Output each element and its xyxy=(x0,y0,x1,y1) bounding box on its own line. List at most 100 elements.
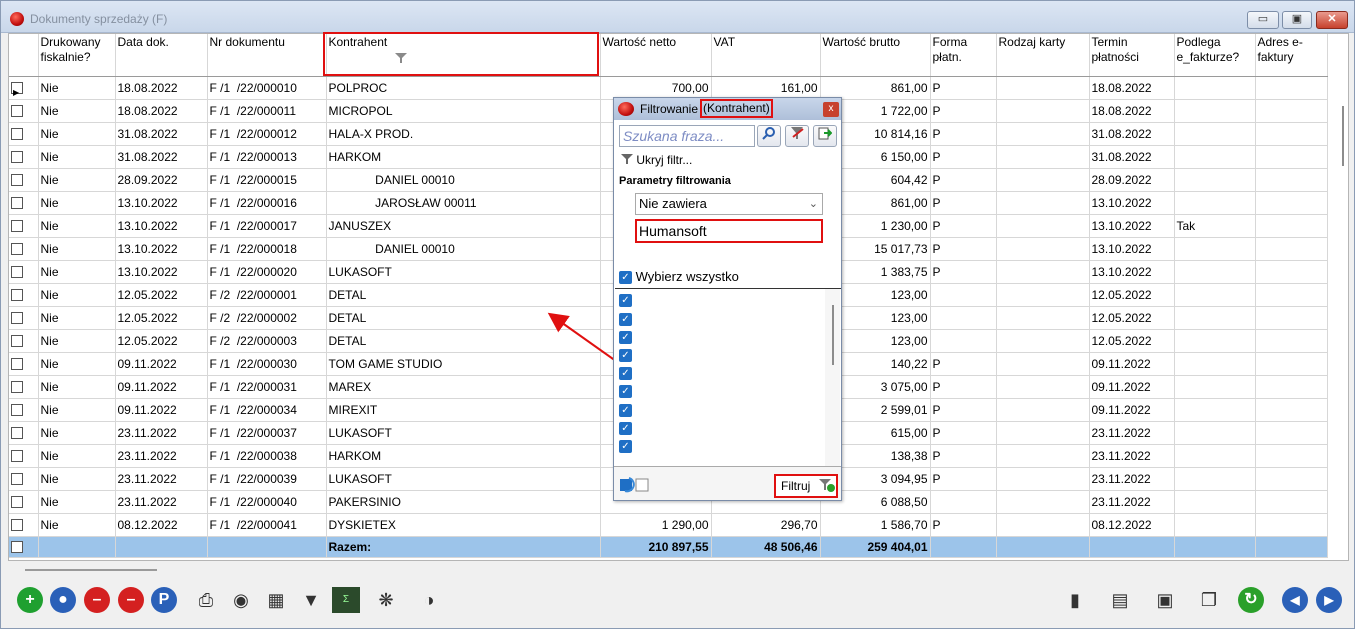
row-checkbox[interactable] xyxy=(9,444,39,468)
row-checkbox[interactable] xyxy=(9,99,39,123)
row-checkbox[interactable] xyxy=(9,467,39,491)
column-header[interactable]: Wartość brutto xyxy=(820,34,931,77)
column-header[interactable]: Rodzaj karty xyxy=(996,34,1090,77)
checkbox[interactable] xyxy=(11,473,23,486)
preview-icon[interactable]: ● xyxy=(50,587,76,613)
filter-list-item[interactable]: ✓ xyxy=(619,348,632,362)
column-header[interactable]: Termin płatności xyxy=(1089,34,1175,77)
close-button[interactable]: ✕ xyxy=(1316,11,1348,29)
row-checkbox[interactable] xyxy=(9,513,39,537)
filter-value-input[interactable]: Humansoft xyxy=(635,219,823,243)
apply-filter-button[interactable]: Filtruj xyxy=(774,474,838,498)
payment-icon[interactable]: P xyxy=(151,587,177,613)
row-checkbox[interactable] xyxy=(9,145,39,169)
column-header[interactable]: Podlega e_fakturze? xyxy=(1174,34,1256,77)
filter-list-item[interactable]: ✓ xyxy=(619,402,632,417)
document-icon[interactable]: ▤ xyxy=(1106,587,1134,613)
column-header[interactable]: Nr dokumentu xyxy=(207,34,327,77)
column-header[interactable]: Drukowany fiskalnie? xyxy=(38,34,116,77)
row-checkbox[interactable] xyxy=(9,260,39,284)
column-header[interactable]: Data dok. xyxy=(115,34,208,77)
checkbox[interactable] xyxy=(11,541,23,554)
network-icon[interactable]: ❋ xyxy=(372,587,400,613)
column-header[interactable]: Adres e-faktury xyxy=(1255,34,1328,77)
add-icon[interactable]: + xyxy=(17,587,43,613)
condition-select[interactable]: Nie zawiera ⌄ xyxy=(635,193,823,215)
row-checkbox[interactable] xyxy=(9,306,39,330)
table-row[interactable]: Nie 18.08.2022 F /1 /22/000010 POLPROC 700,0… xyxy=(9,76,1328,100)
checkbox[interactable] xyxy=(11,151,23,164)
checkbox[interactable] xyxy=(11,289,23,302)
horizontal-scrollbar[interactable] xyxy=(25,569,157,571)
select-all-checkbox[interactable]: ✓ Wybierz wszystko xyxy=(619,269,739,285)
next-icon[interactable]: ▶ xyxy=(1316,587,1342,613)
checkbox[interactable] xyxy=(11,197,23,210)
export-button[interactable] xyxy=(813,125,837,147)
row-checkbox[interactable] xyxy=(9,191,39,215)
calendar-grid-icon[interactable]: ▦ xyxy=(262,587,290,613)
checkbox[interactable] xyxy=(11,312,23,325)
cancel-document-icon[interactable]: – xyxy=(118,587,144,613)
filter-list-item[interactable]: ✓ xyxy=(619,366,632,381)
vertical-scroll-thumb[interactable] xyxy=(1342,106,1344,166)
row-checkbox[interactable] xyxy=(9,168,39,192)
filter-list-item[interactable]: ✓ xyxy=(619,311,632,326)
summary-empty-cell[interactable] xyxy=(9,535,39,558)
checkbox[interactable] xyxy=(11,519,23,532)
printer-icon[interactable]: ⎙ xyxy=(192,587,220,613)
checkbox[interactable] xyxy=(11,427,23,440)
checkbox[interactable] xyxy=(11,335,23,348)
filter-list-item[interactable]: ✓ xyxy=(619,439,632,453)
toggle-selection-icon[interactable] xyxy=(619,477,649,493)
checkbox[interactable] xyxy=(11,496,23,509)
sum-icon[interactable]: Σ xyxy=(332,587,360,613)
filter-list-item[interactable]: ✓ xyxy=(619,329,632,344)
row-checkbox[interactable] xyxy=(9,214,39,238)
row-checkbox[interactable] xyxy=(9,421,39,445)
row-checkbox[interactable] xyxy=(9,398,39,422)
row-checkbox[interactable] xyxy=(9,375,39,399)
filter-list-item[interactable]: ✓ xyxy=(619,293,632,308)
refresh-icon[interactable]: ↻ xyxy=(1238,587,1264,613)
row-checkbox[interactable] xyxy=(9,237,39,261)
checkbox[interactable] xyxy=(11,105,23,118)
hide-filter-link[interactable]: Ukryj filtr... xyxy=(621,153,692,167)
vertical-scrollbar[interactable] xyxy=(1336,66,1348,560)
column-header[interactable]: VAT xyxy=(711,34,821,77)
checkbox[interactable] xyxy=(11,220,23,233)
select-all-header[interactable] xyxy=(9,34,39,77)
checkbox[interactable] xyxy=(11,404,23,417)
binoculars-icon[interactable]: ◉ xyxy=(227,587,255,613)
row-checkbox[interactable] xyxy=(9,122,39,146)
column-header[interactable]: Wartość netto xyxy=(600,34,712,77)
delete-icon[interactable]: – xyxy=(84,587,110,613)
maximize-button[interactable]: ▣ xyxy=(1282,11,1312,29)
checkbox[interactable] xyxy=(11,174,23,187)
filter-list-item[interactable]: ✓ xyxy=(619,420,632,435)
bar-chart-icon[interactable]: ▮ xyxy=(1061,587,1089,613)
search-button[interactable] xyxy=(757,125,781,147)
filter-dialog-close-button[interactable]: x xyxy=(823,102,839,117)
checkbox[interactable] xyxy=(11,381,23,394)
checkbox[interactable] xyxy=(11,128,23,141)
filter-list-item[interactable]: ✓ xyxy=(619,384,632,399)
checkbox[interactable] xyxy=(11,243,23,256)
copy-icon[interactable]: ❐ xyxy=(1195,587,1223,613)
filter-list-scrollbar[interactable] xyxy=(825,289,840,466)
save-icon[interactable]: ▣ xyxy=(1151,587,1179,613)
table-row[interactable]: Nie 08.12.2022 F /1 /22/000041 DYSKIETEX 1 2… xyxy=(9,513,1328,537)
checkbox[interactable] xyxy=(11,450,23,463)
clear-filter-icon[interactable]: ▼ xyxy=(297,587,325,613)
row-checkbox[interactable] xyxy=(9,490,39,514)
clear-filter-button[interactable] xyxy=(785,125,809,147)
row-checkbox[interactable] xyxy=(9,329,39,353)
checkbox[interactable] xyxy=(11,358,23,371)
search-phrase-input[interactable]: Szukana fraza... xyxy=(619,125,755,147)
row-checkbox[interactable] xyxy=(9,283,39,307)
column-header[interactable]: Forma płatn. xyxy=(930,34,997,77)
previous-icon[interactable]: ◀ xyxy=(1282,587,1308,613)
filter-list-scroll-thumb[interactable] xyxy=(832,305,834,365)
report-chart-icon[interactable]: ◑ xyxy=(415,587,443,613)
minimize-button[interactable]: ▭ xyxy=(1247,11,1279,29)
checkbox[interactable] xyxy=(11,266,23,279)
